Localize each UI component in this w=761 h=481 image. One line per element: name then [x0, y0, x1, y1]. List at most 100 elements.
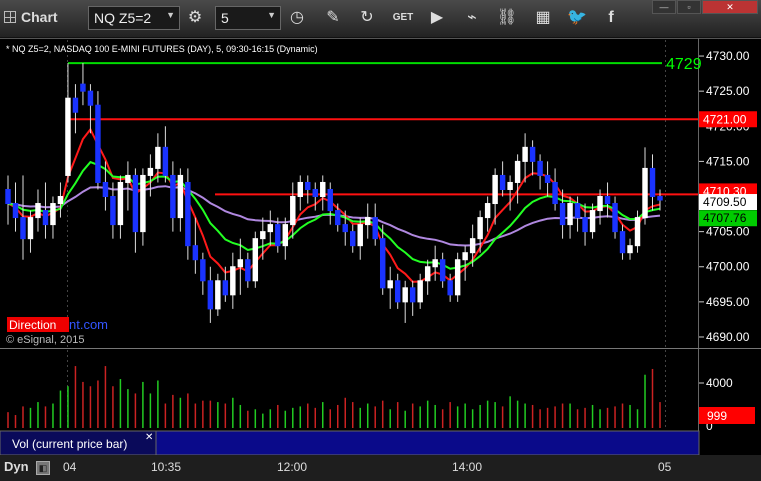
candle-up [230, 266, 236, 296]
play-icon[interactable]: ▶ [426, 7, 448, 29]
facebook-icon[interactable]: f [600, 7, 622, 29]
interval-dropdown-icon[interactable]: ▼ [267, 10, 276, 20]
pencil-icon[interactable]: ✎ [322, 7, 344, 29]
candle-up [507, 181, 513, 190]
candle-up [177, 174, 184, 219]
candle-up [589, 210, 596, 233]
candle-down [409, 287, 416, 303]
candle-up [357, 224, 363, 247]
candle-up [147, 167, 154, 176]
clock-icon[interactable]: ◷ [286, 7, 308, 29]
candle-down [20, 217, 26, 240]
candle-up [492, 174, 498, 205]
price-chart[interactable]: * NQ Z5=2, NASDAQ 100 E-MINI FUTURES (DA… [0, 38, 761, 455]
y-tick-label: 4695.00 [706, 295, 750, 309]
candle-down [87, 90, 94, 106]
toolbar: Chart NQ Z5=2 ▼ ⚙ 5 ▼ ◷ ✎ ↻ GET ▶ ⌁ ⛓ ▦ 🐦 … [0, 0, 761, 38]
price-tag-text: 4709.50 [703, 195, 747, 209]
candle-up [462, 252, 468, 261]
maximize-button[interactable]: ▫ [677, 0, 701, 14]
candle-down [275, 224, 281, 247]
candle-down [185, 181, 191, 247]
candle-down [42, 210, 49, 226]
price-tag-text: 4707.76 [703, 211, 747, 225]
chart-icon[interactable]: ⌁ [461, 7, 483, 29]
price-tag-text: 4721.00 [703, 112, 747, 126]
y-tick-label: 4690.00 [706, 330, 750, 344]
time-axis: Dyn ◧ 04 10:35 12:00 14:00 05 [0, 455, 761, 481]
candle-up [477, 217, 483, 240]
volume-bars [7, 366, 661, 428]
x-label-1200: 12:00 [277, 460, 308, 474]
candle-down [612, 203, 618, 233]
candle-down [372, 217, 378, 240]
candle-down [95, 104, 101, 183]
y-tick-label: 4730.00 [706, 49, 750, 63]
candle-up [387, 280, 393, 289]
candle-up [469, 238, 476, 254]
link-icon[interactable]: ⛓ [496, 7, 518, 29]
candle-down [447, 280, 453, 296]
candle-down [544, 174, 551, 183]
candle-up [282, 224, 289, 247]
candle-down [245, 259, 251, 282]
y-tick-label: 4725.00 [706, 84, 750, 98]
twitter-icon[interactable]: 🐦 [566, 7, 588, 29]
get-icon[interactable]: GET [392, 7, 414, 29]
candle-down [327, 188, 333, 212]
dynamic-mode[interactable]: Dyn [4, 459, 29, 474]
candle-down [499, 174, 506, 190]
candle-down [192, 245, 199, 261]
candle-up [402, 287, 408, 303]
symbol-dropdown-icon[interactable]: ▼ [166, 10, 175, 20]
candle-up [634, 217, 641, 247]
candle-up [514, 160, 521, 183]
candle-down [604, 196, 611, 205]
chart-grid-icon [4, 11, 16, 23]
watermark-blue-text: nt.com [69, 317, 108, 332]
refresh-icon[interactable]: ↻ [356, 7, 378, 29]
candle-down [559, 203, 566, 226]
candle-down [619, 231, 626, 254]
candle-up [627, 245, 633, 254]
grid-icon[interactable]: ▦ [532, 7, 554, 29]
candle-up [215, 280, 221, 310]
green-level-label: 4729 [666, 56, 702, 73]
gear-icon[interactable]: ⚙ [184, 7, 206, 29]
candle-up [567, 203, 573, 226]
candle-down [582, 217, 588, 233]
candle-up [642, 167, 648, 219]
candle-up [290, 196, 296, 226]
candle-down [529, 146, 536, 162]
candle-down [170, 174, 176, 219]
chart-header: * NQ Z5=2, NASDAQ 100 E-MINI FUTURES (DA… [6, 44, 318, 54]
x-label-05: 05 [658, 460, 672, 474]
candle-up [522, 146, 528, 162]
candle-up [320, 181, 326, 198]
volume-label-strip [155, 430, 700, 455]
candle-down [574, 203, 581, 219]
y-tick-label: 4705.00 [706, 225, 750, 239]
candle-down [439, 259, 446, 282]
y-tick-label: 4700.00 [706, 260, 750, 274]
candle-up [125, 174, 131, 183]
close-button[interactable]: ✕ [702, 0, 758, 14]
candle-down [5, 188, 11, 205]
lock-icon[interactable]: ◧ [36, 461, 50, 475]
minimize-button[interactable]: — [652, 0, 676, 14]
candle-up [27, 217, 34, 240]
candles [5, 63, 663, 323]
interval-value: 5 [221, 10, 229, 26]
candle-up [424, 266, 431, 282]
candle-up [140, 174, 146, 233]
candle-up [454, 259, 461, 296]
interval-input[interactable]: 5 ▼ [215, 6, 281, 30]
candle-up [65, 97, 71, 176]
candle-up [237, 259, 244, 268]
candle-up [484, 203, 491, 219]
candle-down [379, 238, 386, 289]
candle-down [335, 210, 341, 226]
candle-down [394, 280, 401, 303]
volume-close-icon[interactable]: ✕ [145, 432, 153, 443]
symbol-input[interactable]: NQ Z5=2 ▼ [88, 6, 180, 30]
